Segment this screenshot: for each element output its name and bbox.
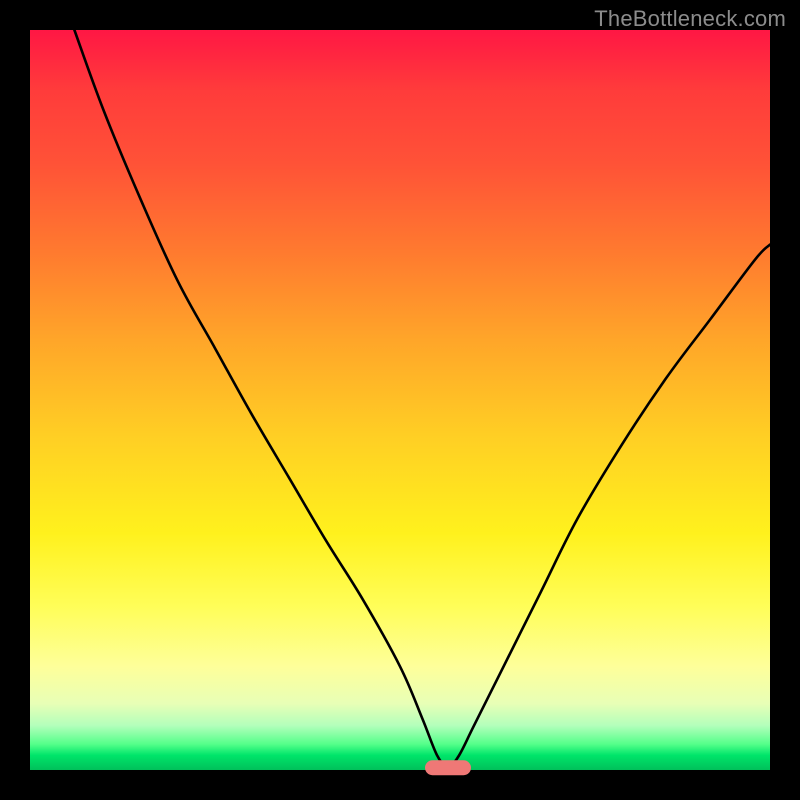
plot-area: [30, 30, 770, 770]
right-curve: [448, 245, 770, 770]
chart-frame: TheBottleneck.com: [0, 0, 800, 800]
left-curve: [74, 30, 448, 770]
curve-layer: [30, 30, 770, 770]
minimum-marker: [425, 760, 471, 775]
watermark-text: TheBottleneck.com: [594, 6, 786, 32]
